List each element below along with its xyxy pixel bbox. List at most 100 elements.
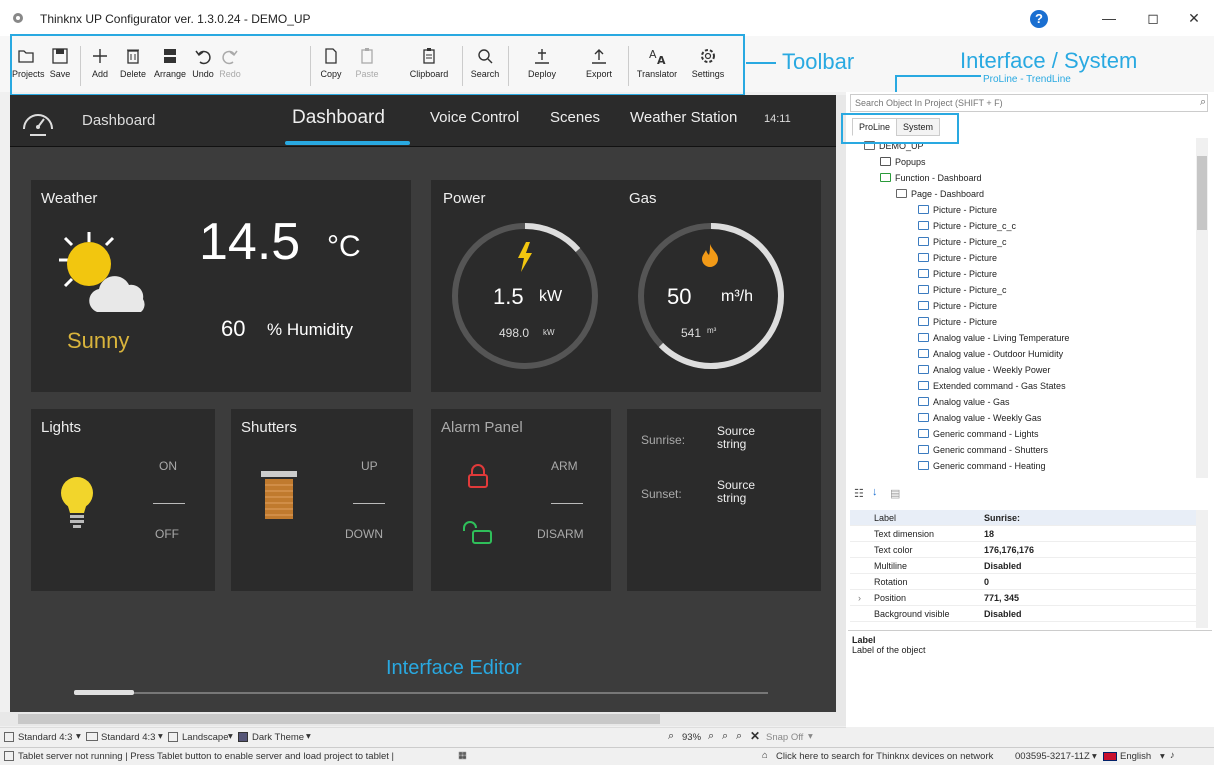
property-row[interactable]: Background visible Disabled: [850, 606, 1196, 622]
language-select[interactable]: English: [1120, 751, 1151, 762]
project-tree[interactable]: DEMO_UP Popups Function - Dashboard Page…: [850, 138, 1196, 478]
shutters-up-label[interactable]: UP: [361, 459, 378, 473]
bell-icon[interactable]: ♪: [1170, 750, 1175, 761]
tree-node[interactable]: Picture - Picture: [918, 250, 997, 266]
search-icon[interactable]: ⌕: [1200, 96, 1206, 109]
tab-scenes[interactable]: Scenes: [550, 109, 600, 126]
tree-node[interactable]: Picture - Picture_c: [918, 282, 1007, 298]
editor-vertical-scrollbar[interactable]: [836, 95, 846, 712]
orientation-select[interactable]: Landscape: [182, 732, 228, 743]
property-row[interactable]: Rotation 0: [850, 574, 1196, 590]
tab-dashboard[interactable]: Dashboard: [292, 107, 385, 129]
tree-scroll-thumb[interactable]: [1197, 156, 1207, 230]
snap-icon[interactable]: ✕: [750, 729, 760, 743]
tree-node[interactable]: Picture - Picture: [918, 314, 997, 330]
sort-alpha-icon[interactable]: ↓: [872, 486, 878, 498]
tree-node[interactable]: Function - Dashboard: [880, 170, 982, 186]
chevron-right-icon[interactable]: ›: [858, 590, 861, 606]
network-search-icon[interactable]: ⌂: [762, 750, 768, 761]
alarm-disarm-label[interactable]: DISARM: [537, 527, 584, 541]
tree-node[interactable]: Analog value - Weekly Power: [918, 362, 1050, 378]
minimize-button[interactable]: —: [1098, 8, 1120, 28]
speedometer-icon[interactable]: [20, 105, 56, 139]
property-row[interactable]: Label Sunrise:: [850, 510, 1196, 526]
zoom-icon[interactable]: ⌕: [668, 730, 674, 743]
property-grid[interactable]: Label Sunrise: Text dimension 18 Text colo…: [850, 510, 1196, 630]
tree-node[interactable]: Extended command - Gas States: [918, 378, 1066, 394]
property-row[interactable]: › Position 771, 345: [850, 590, 1196, 606]
property-scrollbar[interactable]: [1196, 510, 1208, 628]
theme-select[interactable]: Dark Theme: [252, 732, 304, 743]
property-row[interactable]: Multiline Disabled: [850, 558, 1196, 574]
tablet-server-status: Tablet server not running | Press Tablet…: [18, 751, 395, 762]
power-gas-card[interactable]: Power Gas 1.5 kW 498.0 kW 50 m³/h 541 m³: [431, 180, 821, 392]
alarm-arm-label[interactable]: ARM: [551, 459, 578, 473]
toolbar-highlight: [10, 34, 745, 96]
help-icon[interactable]: ?: [1030, 10, 1048, 28]
tree-node[interactable]: Generic command - Heating: [918, 458, 1046, 474]
tree-node[interactable]: Generic command - Shutters: [918, 442, 1048, 458]
tree-node[interactable]: Picture - Picture_c_c: [918, 218, 1016, 234]
uk-flag-icon: [1103, 752, 1117, 761]
interface-editor[interactable]: Dashboard Dashboard Voice Control Scenes…: [10, 95, 836, 712]
locked-padlock-icon[interactable]: [467, 463, 489, 489]
shutters-down-label[interactable]: DOWN: [345, 527, 383, 541]
tab-weather-station[interactable]: Weather Station: [630, 109, 737, 126]
gas-total-unit: m³: [707, 326, 717, 335]
nav-dashboard-label[interactable]: Dashboard: [82, 112, 155, 129]
sunrise-label[interactable]: Sunrise:: [641, 433, 685, 447]
tree-node[interactable]: Analog value - Outdoor Humidity: [918, 346, 1063, 362]
chevron-down-icon[interactable]: ▾: [158, 731, 163, 742]
lightbulb-icon[interactable]: [59, 475, 95, 531]
picture-icon: [918, 253, 929, 262]
alarm-panel-card[interactable]: Alarm Panel ARM DISARM: [431, 409, 611, 591]
weather-card[interactable]: Weather Sunny 14.5 °C 60 % Humidity: [31, 180, 411, 392]
zoom-in-icon[interactable]: ⌕: [708, 730, 714, 743]
snap-toggle[interactable]: Snap Off: [766, 732, 803, 743]
tree-node[interactable]: Generic command - Lights: [918, 426, 1039, 442]
app-status-bar: Tablet server not running | Press Tablet…: [0, 747, 1214, 765]
chevron-down-icon[interactable]: ▾: [1092, 751, 1097, 762]
property-row[interactable]: Text dimension 18: [850, 526, 1196, 542]
chevron-down-icon[interactable]: ▾: [228, 731, 233, 742]
search-object-input[interactable]: [850, 94, 1208, 112]
picture-icon: [918, 205, 929, 214]
tree-node[interactable]: Picture - Picture_c: [918, 234, 1007, 250]
tree-node[interactable]: Analog value - Living Temperature: [918, 330, 1069, 346]
dashboard-content: Weather Sunny 14.5 °C 60 % Humidity Powe…: [10, 147, 836, 712]
lights-card[interactable]: Lights ON OFF: [31, 409, 215, 591]
tree-node[interactable]: Analog value - Gas: [918, 394, 1010, 410]
sun-times-card[interactable]: Sunrise: Source string Sunset: Source st…: [627, 409, 821, 591]
tree-node[interactable]: Popups: [880, 154, 926, 170]
tree-node[interactable]: Analog value - Weekly Gas: [918, 410, 1041, 426]
tablet-button-icon[interactable]: ▦: [458, 750, 467, 761]
tree-node[interactable]: Picture - Picture: [918, 202, 997, 218]
property-row[interactable]: Text color 176,176,176: [850, 542, 1196, 558]
close-button[interactable]: ✕: [1183, 8, 1205, 28]
chevron-down-icon[interactable]: ▾: [1160, 751, 1165, 762]
power-total: 498.0: [499, 326, 530, 340]
tab-voice-control[interactable]: Voice Control: [430, 109, 519, 126]
network-search-link[interactable]: Click here to search for Thinknx devices…: [776, 751, 993, 762]
resolution-select-1[interactable]: Standard 4:3: [18, 732, 72, 743]
shutters-card[interactable]: Shutters UP DOWN: [231, 409, 413, 591]
gas-total: 541: [681, 326, 702, 340]
zoom-out-icon[interactable]: ⌕: [722, 730, 728, 743]
shutter-icon[interactable]: [261, 471, 297, 521]
proline-trendline-annotation: ProLine - TrendLine: [983, 74, 1071, 85]
lights-on-label[interactable]: ON: [159, 459, 177, 473]
resolution-select-2[interactable]: Standard 4:3: [101, 732, 155, 743]
categorized-icon[interactable]: ☷: [854, 487, 864, 500]
tree-node[interactable]: Picture - Picture: [918, 266, 997, 282]
chevron-down-icon[interactable]: ▾: [76, 731, 81, 742]
divider: [353, 503, 385, 504]
zoom-fit-icon[interactable]: ⌕: [736, 730, 742, 743]
unlocked-padlock-icon[interactable]: [461, 521, 495, 545]
horizontal-scroll-thumb[interactable]: [18, 714, 660, 724]
maximize-button[interactable]: ◻: [1142, 8, 1164, 28]
chevron-down-icon[interactable]: ▾: [306, 731, 311, 742]
tree-node[interactable]: Picture - Picture: [918, 298, 997, 314]
tree-node[interactable]: Page - Dashboard: [896, 186, 984, 202]
chevron-down-icon[interactable]: ▾: [808, 731, 813, 742]
property-pages-icon[interactable]: ▤: [890, 487, 900, 500]
